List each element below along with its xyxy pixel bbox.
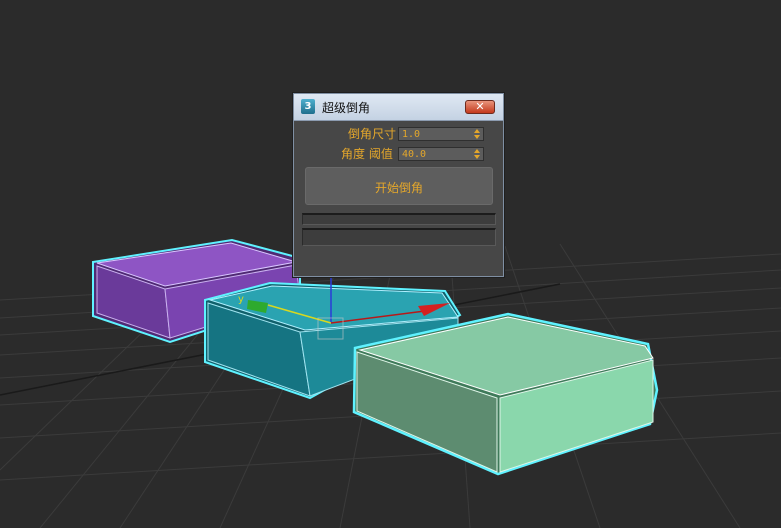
super-bevel-dialog: 3 超级倒角 ✕ 倒角尺寸 1.0 角度 阈值 40.0 开始倒角 [293,93,504,277]
angle-threshold-value[interactable]: 40.0 [402,148,426,161]
bevel-size-label: 倒角尺寸 [348,127,397,141]
bevel-size-value[interactable]: 1.0 [402,128,420,141]
start-bevel-button[interactable]: 开始倒角 [305,167,493,205]
bevel-size-spinner[interactable]: 1.0 [398,127,484,141]
progress-bar-2 [302,228,496,246]
close-icon: ✕ [475,100,485,113]
axis-y-label: y [238,294,244,305]
dialog-titlebar[interactable]: 3 超级倒角 ✕ [294,94,503,121]
dialog-title: 超级倒角 [322,101,371,115]
spinner-arrows-icon[interactable] [474,128,481,140]
start-bevel-label: 开始倒角 [374,181,423,195]
close-button[interactable]: ✕ [465,100,495,114]
3dsmax-app-icon: 3 [301,99,315,114]
angle-threshold-spinner[interactable]: 40.0 [398,147,484,161]
angle-threshold-label: 角度 阈值 [341,147,393,161]
green-box[interactable] [352,312,659,476]
spinner-arrows-icon[interactable] [474,148,481,160]
progress-bar-1 [302,213,496,225]
